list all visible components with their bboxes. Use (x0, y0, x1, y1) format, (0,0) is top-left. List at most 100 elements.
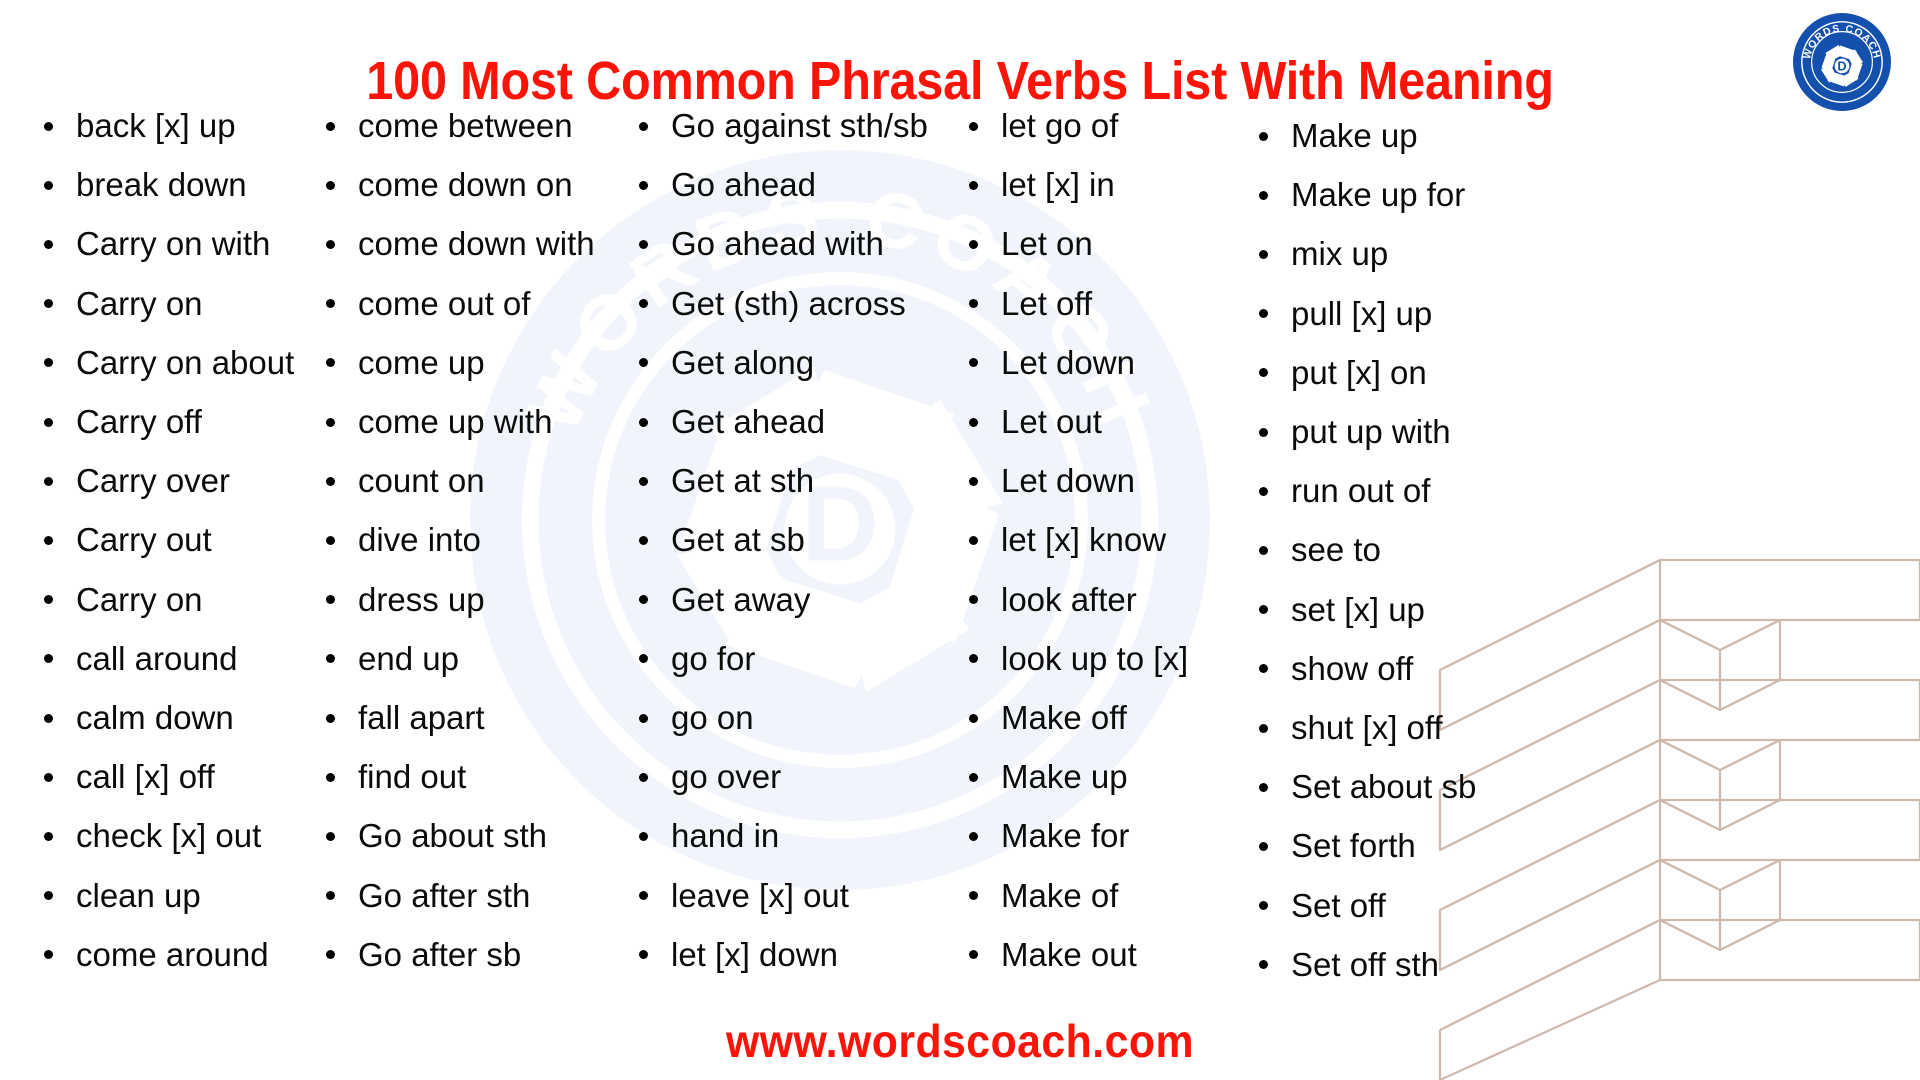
bullet-icon (639, 595, 648, 605)
phrasal-verb-item: go for (639, 629, 928, 688)
bullet-icon (44, 536, 53, 546)
bullet-icon (1259, 368, 1268, 378)
phrasal-verb-label: Make up for (1291, 176, 1466, 214)
phrasal-verb-item: Get away (639, 570, 928, 629)
phrasal-verb-label: Make of (1001, 876, 1119, 914)
phrasal-verb-label: come down with (358, 225, 595, 263)
phrasal-verb-item: Go after sb (326, 925, 595, 984)
bullet-icon (326, 536, 335, 546)
phrasal-verb-item: put [x] on (1259, 343, 1476, 402)
bullet-icon (1259, 605, 1268, 615)
phrasal-verb-label: end up (358, 639, 459, 677)
phrasal-verb-item: Make of (969, 866, 1188, 925)
phrasal-verb-label: Carry on about (76, 343, 295, 381)
phrasal-verb-label: call [x] off (76, 758, 215, 796)
phrasal-verb-item: look after (969, 570, 1188, 629)
bullet-icon (969, 536, 978, 546)
phrasal-verb-label: come up with (358, 403, 553, 441)
phrasal-verb-label: pull [x] up (1291, 294, 1433, 332)
bullet-icon (969, 891, 978, 901)
bullet-icon (639, 713, 648, 723)
bullet-icon (969, 180, 978, 190)
phrasal-verb-label: back [x] up (76, 107, 236, 144)
phrasal-verb-column-4: let go of let [x] in Let on Let off Let down… (969, 96, 1188, 984)
bullet-icon (639, 476, 648, 486)
bullet-icon (326, 595, 335, 605)
phrasal-verb-label: Get ahead (671, 403, 826, 441)
phrasal-verb-label: Make for (1001, 817, 1130, 855)
bullet-icon (969, 713, 978, 723)
phrasal-verb-label: Get at sb (671, 521, 805, 559)
phrasal-verb-item: come out of (326, 274, 595, 333)
bullet-icon (1259, 664, 1268, 674)
bullet-icon (639, 180, 648, 190)
phrasal-verb-item: Set forth (1259, 816, 1476, 875)
phrasal-verb-label: go for (671, 639, 756, 677)
phrasal-verb-label: come up (358, 343, 485, 381)
phrasal-verb-label: go over (671, 758, 782, 796)
bullet-icon (969, 121, 978, 131)
phrasal-verb-item: Set about sb (1259, 757, 1476, 816)
bullet-icon (44, 713, 53, 723)
phrasal-verb-item: Carry off (44, 392, 294, 451)
phrasal-verb-label: Get along (671, 343, 815, 381)
phrasal-verb-item: look up to [x] (969, 629, 1188, 688)
phrasal-verb-label: run out of (1291, 472, 1431, 510)
phrasal-verb-label: see to (1291, 531, 1381, 569)
phrasal-verb-label: calm down (76, 699, 234, 737)
phrasal-verb-item: Let out (969, 392, 1188, 451)
bullet-icon (969, 476, 978, 486)
phrasal-verb-item: Make up (969, 747, 1188, 806)
bullet-icon (639, 654, 648, 664)
phrasal-verb-label: let [x] down (671, 935, 838, 973)
phrasal-verb-label: call around (76, 639, 238, 677)
bullet-icon (44, 121, 53, 131)
phrasal-verb-label: shut [x] off (1291, 709, 1443, 747)
phrasal-verb-label: let go of (1001, 107, 1119, 144)
bullet-icon (44, 299, 53, 309)
bullet-icon (44, 654, 53, 664)
phrasal-verb-item: Get (sth) across (639, 274, 928, 333)
bullet-icon (639, 121, 648, 131)
phrasal-verb-label: come between (358, 107, 573, 144)
bullet-icon (44, 240, 53, 249)
phrasal-verb-label: Make up (1291, 117, 1418, 154)
bullet-icon (44, 476, 53, 486)
bullet-icon (44, 891, 53, 901)
page-title: 100 Most Common Phrasal Verbs List With … (366, 51, 1554, 112)
bullet-icon (1259, 723, 1268, 733)
logo-center-letter: D (1837, 58, 1846, 73)
phrasal-verb-label: Set off (1291, 886, 1386, 924)
phrasal-verb-item: come around (44, 925, 294, 984)
phrasal-verb-column-5: Make up Make up for mix up pull [x] up put [… (1259, 106, 1476, 994)
phrasal-verb-item: Set off (1259, 876, 1476, 935)
phrasal-verbs-infographic: WORDS COACH D 100 Most Common Phrasal Ve… (0, 0, 1920, 1080)
phrasal-verb-column-2: come between come down on come down with co… (326, 96, 595, 984)
phrasal-verb-item: pull [x] up (1259, 284, 1476, 343)
phrasal-verb-item: dive into (326, 510, 595, 569)
phrasal-verb-label: Go against sth/sb (671, 107, 928, 144)
bullet-icon (1259, 427, 1268, 437)
phrasal-verb-label: Let down (1001, 462, 1135, 500)
bullet-icon (326, 832, 335, 842)
phrasal-verb-item: Get along (639, 333, 928, 392)
bullet-icon (44, 832, 53, 842)
bullet-icon (326, 180, 335, 190)
phrasal-verb-item: dress up (326, 570, 595, 629)
bullet-icon (639, 950, 648, 960)
phrasal-verb-item: break down (44, 155, 294, 214)
phrasal-verb-label: go on (671, 699, 754, 737)
phrasal-verb-item: Carry out (44, 510, 294, 569)
phrasal-verb-item: Go ahead with (639, 214, 928, 273)
bullet-icon (639, 417, 648, 427)
bullet-icon (1259, 842, 1268, 852)
phrasal-verb-label: break down (76, 166, 247, 204)
phrasal-verb-item: Go about sth (326, 806, 595, 865)
phrasal-verb-column-3: Go against sth/sb Go ahead Go ahead with Ge… (639, 96, 928, 984)
phrasal-verb-item: Make up (1259, 106, 1476, 165)
phrasal-verb-label: Get away (671, 580, 811, 618)
phrasal-verb-item: go over (639, 747, 928, 806)
bullet-icon (1259, 782, 1268, 792)
bullet-icon (1259, 309, 1268, 319)
phrasal-verb-label: Make out (1001, 935, 1137, 973)
